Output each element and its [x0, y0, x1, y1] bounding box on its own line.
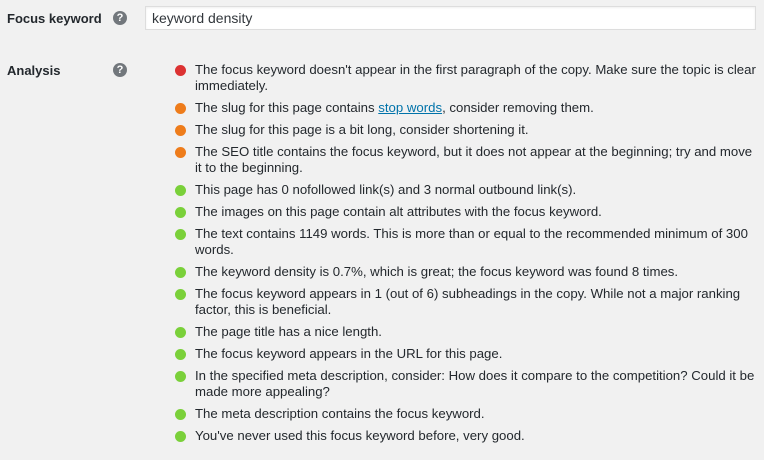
focus-keyword-input[interactable] — [145, 6, 756, 30]
status-dot-icon — [175, 185, 186, 196]
analysis-item: The slug for this page contains stop wor… — [173, 100, 758, 116]
analysis-label: Analysis — [7, 63, 61, 78]
analysis-item: You've never used this focus keyword bef… — [173, 428, 758, 444]
analysis-item: The focus keyword doesn't appear in the … — [173, 62, 758, 94]
status-dot-icon — [175, 371, 186, 382]
status-dot-icon — [175, 431, 186, 442]
analysis-item: The slug for this page is a bit long, co… — [173, 122, 758, 138]
stop-words-link[interactable]: stop words — [378, 100, 442, 115]
status-dot-icon — [175, 207, 186, 218]
analysis-item-text: The focus keyword appears in 1 (out of 6… — [195, 286, 741, 317]
analysis-help-icon[interactable]: ? — [113, 63, 127, 77]
analysis-item-text: The text contains 1149 words. This is mo… — [195, 226, 748, 257]
status-dot-icon — [175, 125, 186, 136]
status-dot-icon — [175, 349, 186, 360]
status-dot-icon — [175, 229, 186, 240]
analysis-item: This page has 0 nofollowed link(s) and 3… — [173, 182, 758, 198]
analysis-item-text: The focus keyword appears in the URL for… — [195, 346, 503, 361]
status-dot-icon — [175, 267, 186, 278]
analysis-item: The keyword density is 0.7%, which is gr… — [173, 264, 758, 280]
status-dot-icon — [175, 147, 186, 158]
analysis-item-text: The meta description contains the focus … — [195, 406, 485, 421]
analysis-results-list: The focus keyword doesn't appear in the … — [173, 62, 758, 450]
analysis-item-text: The page title has a nice length. — [195, 324, 382, 339]
analysis-item: The page title has a nice length. — [173, 324, 758, 340]
focus-keyword-help-icon[interactable]: ? — [113, 11, 127, 25]
analysis-item: The images on this page contain alt attr… — [173, 204, 758, 220]
analysis-item-text: , consider removing them. — [442, 100, 594, 115]
analysis-item-text: The focus keyword doesn't appear in the … — [195, 62, 756, 93]
analysis-item-text: The keyword density is 0.7%, which is gr… — [195, 264, 679, 279]
status-dot-icon — [175, 409, 186, 420]
analysis-item-text: The slug for this page contains — [195, 100, 379, 115]
status-dot-icon — [175, 103, 186, 114]
status-dot-icon — [175, 289, 186, 300]
status-dot-icon — [175, 327, 186, 338]
analysis-item: The focus keyword appears in the URL for… — [173, 346, 758, 362]
analysis-item: In the specified meta description, consi… — [173, 368, 758, 400]
analysis-item: The SEO title contains the focus keyword… — [173, 144, 758, 176]
focus-keyword-label: Focus keyword — [7, 11, 102, 26]
analysis-item: The text contains 1149 words. This is mo… — [173, 226, 758, 258]
analysis-item-text: In the specified meta description, consi… — [195, 368, 755, 399]
analysis-item-text: You've never used this focus keyword bef… — [195, 428, 525, 443]
analysis-item-text: This page has 0 nofollowed link(s) and 3… — [195, 182, 577, 197]
analysis-item-text: The SEO title contains the focus keyword… — [195, 144, 753, 175]
status-dot-icon — [175, 65, 186, 76]
analysis-item-text: The images on this page contain alt attr… — [195, 204, 602, 219]
analysis-item-text: The slug for this page is a bit long, co… — [195, 122, 529, 137]
analysis-item: The focus keyword appears in 1 (out of 6… — [173, 286, 758, 318]
analysis-item: The meta description contains the focus … — [173, 406, 758, 422]
